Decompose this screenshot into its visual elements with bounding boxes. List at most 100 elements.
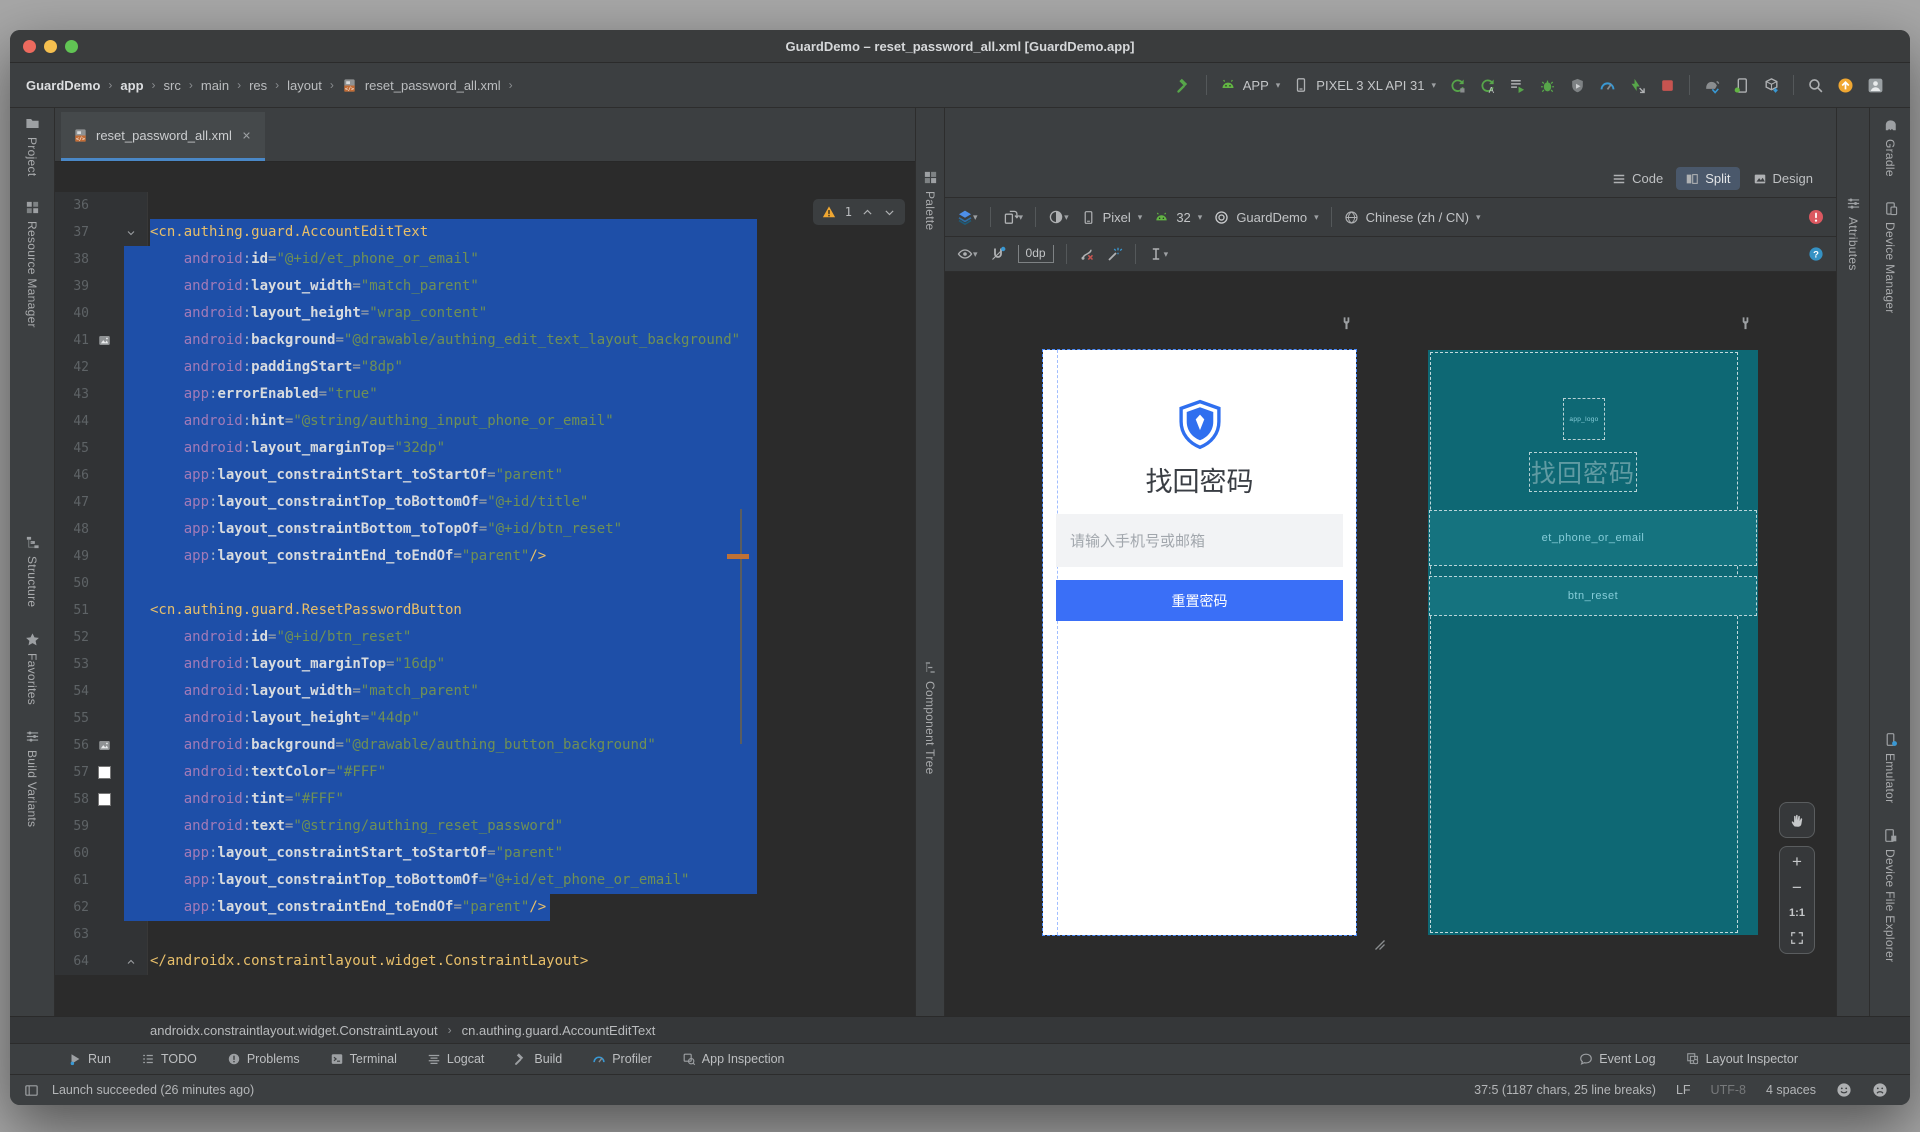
resize-handle-icon[interactable] [1371,936,1387,957]
code-text[interactable]: android:layout_width="match_parent" [124,678,915,705]
code-text[interactable]: android:background="@drawable/authing_bu… [124,732,915,759]
fold-up-icon[interactable] [125,956,137,968]
issue-panel-button[interactable] [1808,209,1824,225]
surface-mode-button[interactable]: ▾ [957,209,978,225]
build-button[interactable] [1176,77,1193,94]
zoom-to-fit-button[interactable] [1790,931,1804,945]
minimize-window-button[interactable] [44,39,57,53]
preview-reset-password-button[interactable]: 重置密码 [1056,580,1343,621]
profile-button[interactable] [1599,77,1616,94]
pack-button[interactable]: ▾ [1148,246,1168,262]
design-surface[interactable]: 找回密码 请输入手机号或邮箱 重置密码 app_logo 找回密码 et_pho… [945,272,1836,1016]
code-text[interactable]: android:layout_width="match_parent" [124,273,915,300]
run-configuration-select[interactable]: APP ▾ [1220,77,1280,93]
code-text[interactable]: android:layout_marginTop="32dp" [124,435,915,462]
breadcrumb-item[interactable]: src [164,78,181,93]
code-text[interactable]: app:layout_constraintEnd_toEndOf="parent… [124,894,915,921]
toolwindow-logcat[interactable]: Logcat [427,1052,484,1066]
apply-changes-button[interactable] [1629,77,1646,94]
profile-avatar-button[interactable] [1867,77,1884,94]
zoom-in-button[interactable]: + [1792,853,1802,870]
preview-phone-email-input[interactable]: 请输入手机号或邮箱 [1056,514,1343,567]
design-preview-screen[interactable]: 找回密码 请输入手机号或邮箱 重置密码 [1042,349,1357,936]
breadcrumb-item[interactable]: main [201,78,229,93]
pan-hand-button[interactable] [1779,802,1815,838]
code-text[interactable]: <cn.authing.guard.ResetPasswordButton [124,597,915,624]
debug-button[interactable] [1539,77,1556,94]
chev-up-icon[interactable] [861,206,874,219]
code-text[interactable]: android:text="@string/authing_reset_pass… [124,813,915,840]
xml-breadcrumb-item[interactable]: cn.authing.guard.AccountEditText [462,1023,656,1038]
sidebar-item-palette[interactable]: Palette [923,170,938,230]
tab-split[interactable]: Split [1676,167,1740,190]
code-text[interactable]: android:id="@+id/et_phone_or_email" [124,246,915,273]
sidebar-item-project[interactable]: Project [25,116,40,176]
apply-changes-restart-button[interactable] [1449,77,1466,94]
api-version-select[interactable]: 32 ▾ [1154,210,1202,225]
attach-debugger-button[interactable] [1569,77,1586,94]
toolwindow-todo[interactable]: TODO [141,1052,197,1066]
sidebar-item-device-file-explorer[interactable]: Device File Explorer [1883,828,1898,962]
code-text[interactable]: app:layout_constraintBottom_toTopOf="@+i… [124,516,915,543]
code-text[interactable]: app:errorEnabled="true" [124,381,915,408]
code-text[interactable] [148,921,915,948]
blueprint-reset-button[interactable]: btn_reset [1429,576,1757,616]
default-margins-button[interactable]: 0dp [1017,245,1054,263]
next-warning-icon[interactable] [883,206,896,219]
inspection-widget[interactable]: 1 [812,199,905,225]
toolwindow-layout-inspector[interactable]: Layout Inspector [1686,1052,1798,1066]
clear-constraints-button[interactable] [1079,246,1095,262]
sidebar-item-build-variants[interactable]: Build Variants [25,729,40,827]
feedback-sad-icon[interactable] [1872,1082,1888,1098]
sidebar-item-component-tree[interactable]: Component Tree [923,660,938,775]
indent-indicator[interactable]: 4 spaces [1766,1083,1816,1097]
breadcrumb-item[interactable]: res [249,78,267,93]
orientation-button[interactable]: ▾ [1003,209,1023,225]
help-button[interactable]: ? [1808,246,1824,262]
close-x-icon[interactable] [240,129,253,142]
search-everywhere-button[interactable] [1807,77,1824,94]
infer-constraints-button[interactable] [1107,246,1123,262]
sidebar-item-favorites[interactable]: Favorites [25,632,40,705]
sidebar-item-gradle[interactable]: Gradle [1883,118,1898,177]
device-manager-button[interactable] [1733,77,1750,94]
autoconnect-toggle[interactable] [990,246,1006,262]
sdk-manager-button[interactable] [1763,77,1780,94]
toolwindow-app-inspection[interactable]: App Inspection [682,1052,785,1066]
view-options-button[interactable]: ▾ [957,246,978,262]
blueprint-app-logo[interactable]: app_logo [1563,398,1605,440]
sidebar-item-emulator[interactable]: Emulator [1883,732,1898,804]
zoom-actual-button[interactable]: 1:1 [1789,907,1805,919]
preview-device-select[interactable]: Pixel ▾ [1081,210,1142,225]
xml-breadcrumb-item[interactable]: androidx.constraintlayout.widget.Constra… [150,1023,438,1038]
code-text[interactable]: android:tint="#FFF" [124,786,915,813]
code-text[interactable]: android:layout_height="44dp" [124,705,915,732]
fold-slot[interactable] [119,227,143,239]
theme-select[interactable]: GuardDemo ▾ [1214,210,1319,225]
code-text[interactable]: android:layout_marginTop="16dp" [124,651,915,678]
sidebar-item-device-manager[interactable]: Device Manager [1883,201,1898,313]
locale-select[interactable]: Chinese (zh / CN) ▾ [1344,210,1481,225]
editor-scrollbar[interactable] [740,509,742,744]
tab-design[interactable]: Design [1744,167,1822,190]
code-text[interactable]: android:hint="@string/authing_input_phon… [124,408,915,435]
ide-update-button[interactable] [1837,77,1854,94]
code-text[interactable]: android:background="@drawable/authing_ed… [124,327,915,354]
toolwindow-terminal[interactable]: Terminal [330,1052,397,1066]
editor-tab[interactable]: </> reset_password_all.xml [61,112,265,161]
zoom-window-button[interactable] [65,39,78,53]
fold-slot[interactable] [119,956,143,968]
run-tasks-button[interactable] [1509,77,1526,94]
blueprint-preview-screen[interactable]: app_logo 找回密码 et_phone_or_email btn_rese… [1428,350,1758,935]
code-text[interactable]: </androidx.constraintlayout.widget.Const… [148,948,915,975]
line-ending-indicator[interactable]: LF [1676,1083,1691,1097]
blueprint-title[interactable]: 找回密码 [1529,452,1637,492]
sidebar-item-attributes[interactable]: Attributes [1846,196,1861,271]
toolwindow-problems[interactable]: Problems [227,1052,300,1066]
code-text[interactable]: app:layout_constraintStart_toStartOf="pa… [124,840,915,867]
gradle-sync-button[interactable] [1703,77,1720,94]
sidebar-item-structure[interactable]: Structure [25,535,40,608]
blueprint-phone-email-input[interactable]: et_phone_or_email [1429,510,1757,566]
code-text[interactable]: android:layout_height="wrap_content" [124,300,915,327]
panel-icon[interactable] [24,1083,39,1098]
